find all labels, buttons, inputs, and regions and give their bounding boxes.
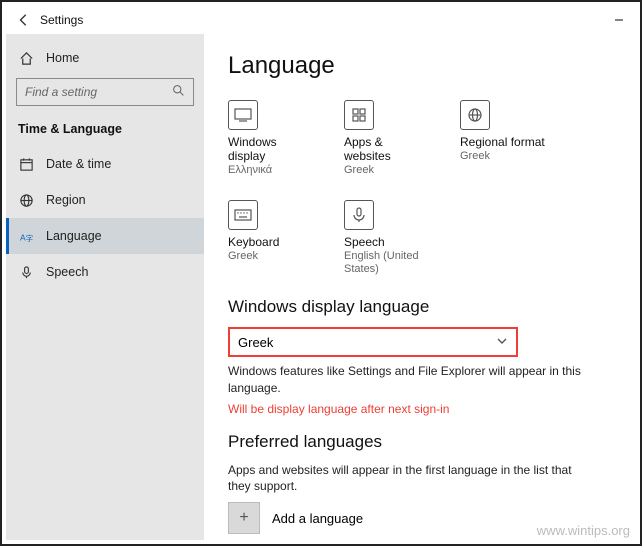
nav-home-label: Home <box>46 51 79 65</box>
back-icon[interactable] <box>16 12 32 28</box>
chevron-down-icon <box>496 335 508 350</box>
dropdown-value: Greek <box>238 335 273 350</box>
tile-sub: Ελληνικά <box>228 164 314 177</box>
window-title: Settings <box>40 13 83 27</box>
sidebar-section: Time & Language <box>6 116 204 146</box>
minimize-icon[interactable] <box>608 9 630 31</box>
preferred-languages-desc: Apps and websites will appear in the fir… <box>228 462 588 494</box>
display-language-dropdown[interactable]: Greek <box>228 327 518 357</box>
search-input[interactable]: Find a setting <box>16 78 194 106</box>
tile-speech[interactable]: Speech English (United States) <box>344 200 430 275</box>
tile-regional-format[interactable]: Regional format Greek <box>460 100 546 176</box>
search-placeholder: Find a setting <box>25 85 97 99</box>
home-icon <box>18 50 34 66</box>
calendar-icon <box>18 156 34 172</box>
tile-windows-display[interactable]: Windows display Ελληνικά <box>228 100 314 176</box>
search-icon <box>172 84 185 100</box>
sidebar-item-label: Date & time <box>46 157 111 171</box>
microphone-icon <box>18 264 34 280</box>
window-controls <box>608 9 630 31</box>
keyboard-icon <box>228 200 258 230</box>
tile-title: Apps & websites <box>344 136 430 164</box>
language-tiles: Windows display Ελληνικά Apps & websites… <box>228 100 612 275</box>
sidebar-item-date-time[interactable]: Date & time <box>6 146 204 182</box>
tile-title: Keyboard <box>228 236 314 250</box>
tile-sub: Greek <box>344 164 430 177</box>
tile-title: Windows display <box>228 136 314 164</box>
display-language-warning: Will be display language after next sign… <box>228 402 612 416</box>
apps-icon <box>344 100 374 130</box>
tile-sub: Greek <box>228 250 314 263</box>
sidebar-item-region[interactable]: Region <box>6 182 204 218</box>
region-icon <box>460 100 490 130</box>
sidebar-item-speech[interactable]: Speech <box>6 254 204 290</box>
page-title: Language <box>228 52 612 80</box>
plus-icon: + <box>228 502 260 534</box>
titlebar: Settings <box>6 6 636 34</box>
sidebar-item-label: Region <box>46 193 86 207</box>
add-language-label: Add a language <box>272 511 363 526</box>
tile-sub: English (United States) <box>344 250 430 275</box>
sidebar: Home Find a setting Time & Language Date… <box>6 34 204 540</box>
mic-icon <box>344 200 374 230</box>
tile-title: Speech <box>344 236 430 250</box>
sidebar-item-label: Language <box>46 229 102 243</box>
tile-sub: Greek <box>460 150 546 163</box>
tile-apps-websites[interactable]: Apps & websites Greek <box>344 100 430 176</box>
language-icon: A字 <box>18 228 34 244</box>
nav-home[interactable]: Home <box>6 42 204 74</box>
globe-icon <box>18 192 34 208</box>
main-content: Language Windows display Ελληνικά Apps &… <box>204 34 636 540</box>
display-language-heading: Windows display language <box>228 297 612 317</box>
sidebar-item-label: Speech <box>46 265 88 279</box>
tile-title: Regional format <box>460 136 546 150</box>
watermark: www.wintips.org <box>537 523 630 538</box>
preferred-languages-heading: Preferred languages <box>228 432 612 452</box>
svg-text:字: 字 <box>25 233 33 243</box>
sidebar-item-language[interactable]: A字 Language <box>6 218 204 254</box>
monitor-icon <box>228 100 258 130</box>
display-language-desc: Windows features like Settings and File … <box>228 363 588 395</box>
tile-keyboard[interactable]: Keyboard Greek <box>228 200 314 275</box>
